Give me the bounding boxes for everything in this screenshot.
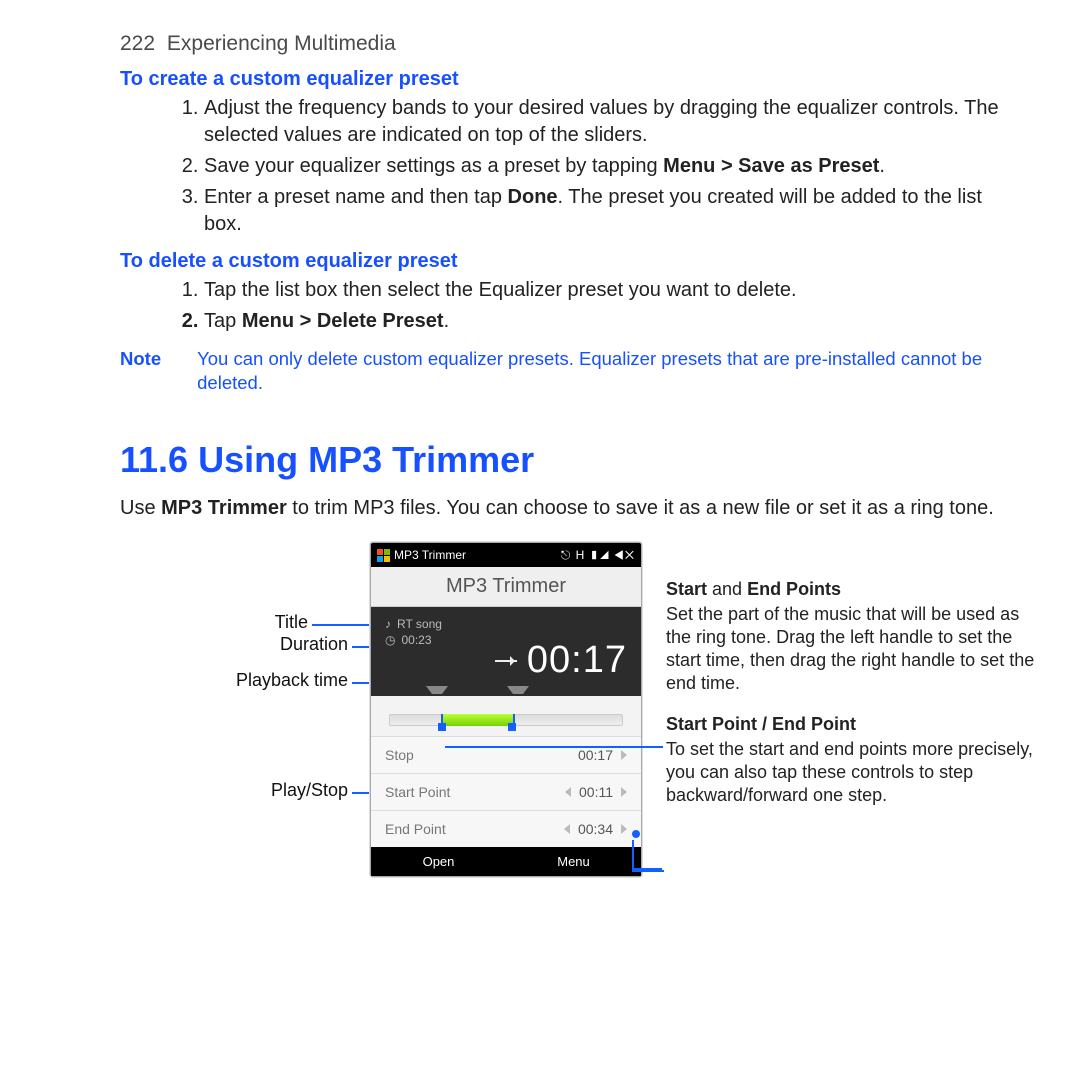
step-fwd-icon[interactable] (621, 787, 627, 797)
row-start-point[interactable]: Start Point 00:11 (371, 773, 641, 810)
running-head: 222 Experiencing Multimedia (120, 32, 1012, 56)
step: Tap Menu > Delete Preset. (204, 308, 1012, 335)
section-heading: 11.6 Using MP3 Trimmer (120, 439, 1012, 481)
row-stop[interactable]: Stop 00:17 (371, 736, 641, 773)
music-note-icon: ♪ (385, 617, 391, 631)
clock-icon: ◷ (385, 633, 395, 647)
steps-delete: Tap the list box then select the Equaliz… (120, 277, 1012, 335)
softkey-bar: Open Menu (371, 847, 641, 876)
step: Adjust the frequency bands to your desir… (204, 95, 1012, 149)
right-annotations: Start and End Points Set the part of the… (666, 578, 1036, 825)
step-fwd-icon[interactable] (621, 824, 627, 834)
status-app-name: MP3 Trimmer (394, 548, 466, 562)
phone-screenshot: MP3 Trimmer ⎋ H ▮◢ ◀✕ MP3 Trimmer ♪ RT so… (370, 542, 642, 877)
note-text: You can only delete custom equalizer pre… (197, 347, 1012, 395)
step-back-icon[interactable] (564, 824, 570, 834)
step-back-icon[interactable] (565, 787, 571, 797)
softkey-menu[interactable]: Menu (506, 847, 641, 876)
step: Save your equalizer settings as a preset… (204, 153, 1012, 180)
control-rows: Stop 00:17 Start Point 00:11 End Point 0… (371, 736, 641, 847)
softkey-open[interactable]: Open (371, 847, 506, 876)
step: Enter a preset name and then tap Done. T… (204, 184, 1012, 238)
annot-text-points: Set the part of the music that will be u… (666, 603, 1036, 695)
song-title: RT song (397, 617, 442, 631)
song-duration: 00:23 (401, 633, 431, 647)
play-icon (621, 750, 627, 760)
callout-title: Title (120, 612, 308, 633)
steps-create: Adjust the frequency bands to your desir… (120, 95, 1012, 238)
end-handle-icon[interactable] (507, 686, 529, 704)
annot-heading-points: Start and End Points (666, 578, 1036, 601)
status-bar: MP3 Trimmer ⎋ H ▮◢ ◀✕ (371, 543, 641, 567)
trim-track (389, 714, 623, 726)
figure: Title Duration Playback time Play/Stop M… (120, 542, 1012, 952)
page-number: 222 (120, 32, 155, 55)
status-icons: ⎋ H ▮◢ ◀✕ (561, 548, 635, 563)
intro-paragraph: Use MP3 Trimmer to trim MP3 files. You c… (120, 495, 1012, 522)
trim-selection (441, 714, 515, 726)
callout-playstop: Play/Stop (120, 780, 348, 801)
trim-slider[interactable] (371, 696, 641, 736)
start-handle-icon[interactable] (426, 686, 448, 704)
note: Note You can only delete custom equalize… (120, 347, 1012, 395)
manual-page: 222 Experiencing Multimedia To create a … (0, 0, 1080, 1080)
progress-indicator-icon (495, 660, 517, 662)
row-end-point[interactable]: End Point 00:34 (371, 810, 641, 847)
callout-duration: Duration (120, 634, 348, 655)
chapter-title: Experiencing Multimedia (167, 32, 396, 55)
note-label: Note (120, 347, 161, 395)
heading-delete-preset: To delete a custom equalizer preset (120, 250, 1012, 273)
callout-playback: Playback time (120, 670, 348, 691)
playback-time: 00:17 (527, 639, 627, 682)
windows-flag-icon (377, 549, 390, 562)
app-title: MP3 Trimmer (371, 567, 641, 607)
heading-create-preset: To create a custom equalizer preset (120, 68, 1012, 91)
annot-heading-controls: Start Point / End Point (666, 713, 1036, 736)
annot-text-controls: To set the start and end points more pre… (666, 738, 1036, 807)
time-display: ♪ RT song ◷ 00:23 00:17 (371, 607, 641, 696)
step: Tap the list box then select the Equaliz… (204, 277, 1012, 304)
